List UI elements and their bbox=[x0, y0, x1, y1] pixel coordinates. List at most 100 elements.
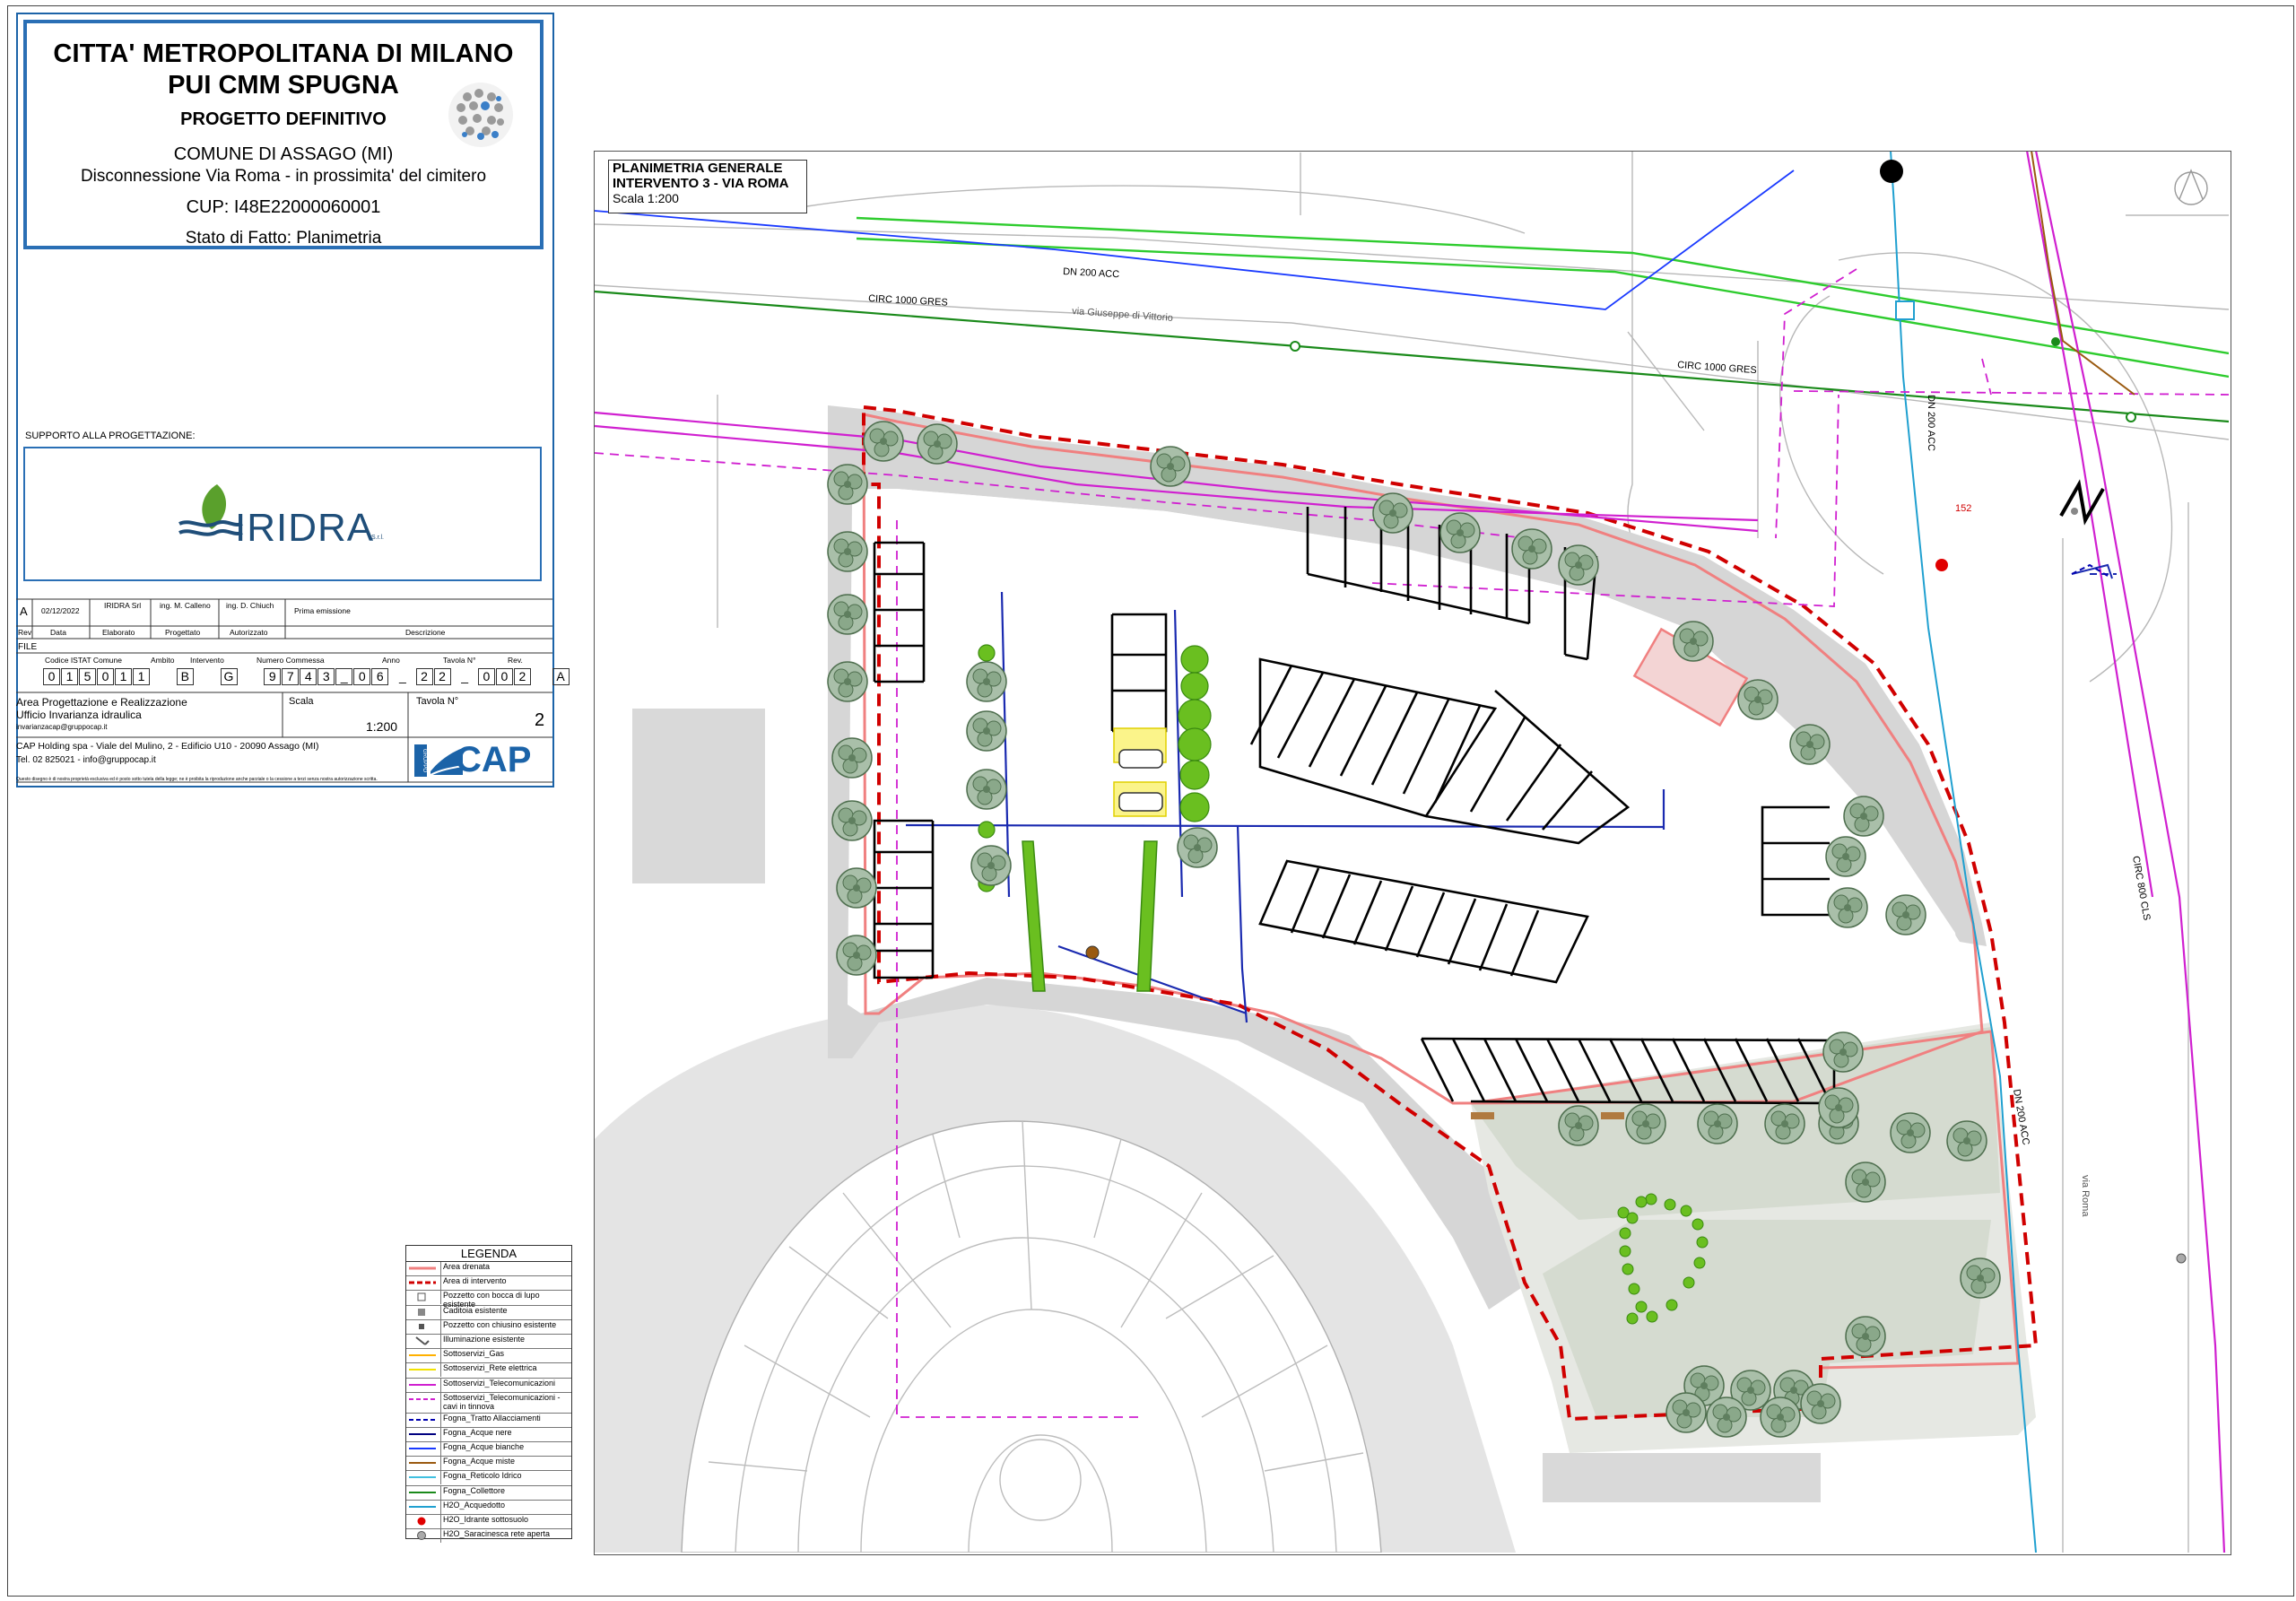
code-cell: A bbox=[552, 668, 570, 685]
code-cell: 6 bbox=[371, 668, 389, 685]
collector-icon bbox=[409, 1491, 436, 1493]
legend-item: Caditoia esistente bbox=[406, 1305, 571, 1320]
code-separator: _ bbox=[461, 669, 469, 683]
tavola-label: Tavola N° bbox=[416, 696, 459, 707]
code-cell: G bbox=[220, 668, 238, 685]
legend-item: Sottoservizi_Gas bbox=[406, 1349, 571, 1364]
code-cell: B bbox=[176, 668, 194, 685]
legend-label: Sottoservizi_Telecomunicazioni bbox=[440, 1378, 555, 1392]
legend-label: Fogna_Collettore bbox=[440, 1485, 505, 1500]
legend-label: H2O_Acquedotto bbox=[440, 1500, 505, 1514]
company-line: CAP Holding spa - Viale del Mulino, 2 - … bbox=[16, 741, 319, 752]
code-cell: 7 bbox=[282, 668, 300, 685]
code-cell: 1 bbox=[133, 668, 150, 685]
code-cell: 0 bbox=[97, 668, 114, 685]
label-via-roma: via Roma bbox=[2080, 1175, 2091, 1217]
code-separator: _ bbox=[399, 669, 406, 683]
legend-label: Sottoservizi_Gas bbox=[440, 1349, 504, 1363]
legend-item: Sottoservizi_Rete elettrica bbox=[406, 1363, 571, 1379]
code-cell: 9 bbox=[264, 668, 282, 685]
legend-label: Area di intervento bbox=[440, 1276, 507, 1291]
authorized-header: Autorizzato bbox=[230, 628, 268, 637]
legend-item: Sottoservizi_Telecomunicazioni - cavi in… bbox=[406, 1392, 571, 1414]
company-contacts: Tel. 02 825021 - info@gruppocap.it bbox=[16, 755, 156, 765]
gas-line-icon bbox=[409, 1354, 436, 1357]
legend-label: Fogna_Tratto Allacciamenti bbox=[440, 1413, 541, 1427]
legend-label: Pozzetto con chiusino esistente bbox=[440, 1319, 556, 1334]
legend-label: H2O_Idrante sottosuolo bbox=[440, 1515, 528, 1528]
manhole-icon bbox=[419, 1323, 424, 1329]
street-light-icon bbox=[415, 1336, 430, 1345]
code-cell: 0 bbox=[477, 668, 495, 685]
legend-item: Fogna_Acque nere bbox=[406, 1427, 571, 1443]
white-water-icon bbox=[409, 1448, 436, 1450]
code-cell: 1 bbox=[61, 668, 78, 685]
code-cell: 5 bbox=[79, 668, 96, 685]
telecom-line-icon bbox=[409, 1383, 436, 1386]
legend-label: Area drenata bbox=[440, 1262, 490, 1275]
legend-item: H2O_Acquedotto bbox=[406, 1500, 571, 1515]
rev-designed: ing. M. Calleno bbox=[160, 601, 211, 610]
rev-description: Prima emissione bbox=[294, 606, 351, 615]
file-code-row: 015011 B G 9 7 4 3 _ 0 6 _ 22 _ 002 A bbox=[43, 668, 570, 685]
code-cell: 3 bbox=[317, 668, 335, 685]
revision-table-lines bbox=[16, 598, 552, 783]
power-line-icon bbox=[409, 1369, 436, 1371]
legend-item: Fogna_Tratto Allacciamenti bbox=[406, 1413, 571, 1428]
label-circ1000-left: CIRC 1000 GRES bbox=[868, 293, 948, 309]
legend-label: Fogna_Acque nere bbox=[440, 1427, 512, 1441]
valve-icon bbox=[417, 1531, 426, 1541]
plan-title-scale: Scala 1:200 bbox=[613, 191, 679, 205]
legend-label: H2O_Saracinesca rete aperta bbox=[440, 1529, 550, 1544]
hydrant-icon bbox=[417, 1517, 426, 1526]
scala-value: 1:200 bbox=[366, 719, 398, 734]
aqueduct-icon bbox=[409, 1505, 436, 1508]
legend-item: Fogna_Collettore bbox=[406, 1485, 571, 1501]
drained-area-icon bbox=[409, 1266, 436, 1270]
code-cell: 2 bbox=[433, 668, 451, 685]
code-cell: 0 bbox=[495, 668, 513, 685]
legend-label: Sottoservizi_Telecomunicazioni - cavi in… bbox=[440, 1392, 571, 1413]
label-dn200-vertical: DN 200 ACC bbox=[1926, 395, 1936, 451]
rev-header: Rev bbox=[18, 628, 32, 637]
tavola-header: Tavola N° bbox=[443, 656, 476, 665]
plan-title-line2: INTERVENTO 3 - VIA ROMA bbox=[613, 176, 789, 191]
code-cell: 0 bbox=[353, 668, 371, 685]
istat-header: Codice ISTAT Comune bbox=[45, 656, 122, 665]
rev-elaborated: IRIDRA Srl bbox=[104, 601, 142, 610]
legend-title: LEGENDA bbox=[406, 1246, 571, 1262]
legend-item: Area drenata bbox=[406, 1262, 571, 1277]
elaborated-header: Elaborato bbox=[102, 628, 135, 637]
legend-label: Sottoservizi_Rete elettrica bbox=[440, 1363, 537, 1378]
code-cell: 4 bbox=[300, 668, 317, 685]
disclaimer: Questo disegno è di nostra proprietà esc… bbox=[16, 777, 378, 782]
black-water-icon bbox=[409, 1432, 436, 1435]
rev-authorized: ing. D. Chiuch bbox=[226, 601, 274, 610]
legend: LEGENDA Area drenata Area di intervento … bbox=[405, 1245, 572, 1544]
legend-label: Illuminazione esistente bbox=[440, 1334, 525, 1348]
plan-title-line1: PLANIMETRIA GENERALE bbox=[613, 161, 783, 176]
rev-field-header: Rev. bbox=[508, 656, 523, 665]
rev-value: A bbox=[20, 605, 28, 618]
date-header: Data bbox=[50, 628, 66, 637]
label-152: 152 bbox=[1955, 503, 1971, 514]
legend-label: Fogna_Acque bianche bbox=[440, 1442, 524, 1457]
legend-item: Sottoservizi_Telecomunicazioni bbox=[406, 1378, 571, 1393]
tavola-value: 2 bbox=[535, 710, 545, 730]
code-cell: 2 bbox=[415, 668, 433, 685]
water-network-icon bbox=[409, 1476, 436, 1479]
intervention-area-icon bbox=[409, 1281, 436, 1284]
designed-header: Progettato bbox=[165, 628, 201, 637]
label-circ1000-right: CIRC 1000 GRES bbox=[1677, 360, 1757, 376]
description-header: Descrizione bbox=[405, 628, 446, 637]
office-line1: Area Progettazione e Realizzazione bbox=[16, 696, 187, 709]
intervento-header: Intervento bbox=[190, 656, 224, 665]
label-via-vittorio: via Giuseppe di Vittorio bbox=[1072, 306, 1173, 324]
telecom-dashed-icon bbox=[409, 1397, 436, 1400]
office-email: invarianzacap@gruppocap.it bbox=[16, 723, 108, 731]
cap-logo-small: GRUPPO bbox=[414, 744, 427, 777]
anno-header: Anno bbox=[382, 656, 400, 665]
legend-label: Caditoia esistente bbox=[440, 1305, 508, 1319]
commessa-header: Numero Commessa bbox=[257, 656, 325, 665]
legend-item: Pozzetto con chiusino esistente bbox=[406, 1319, 571, 1335]
